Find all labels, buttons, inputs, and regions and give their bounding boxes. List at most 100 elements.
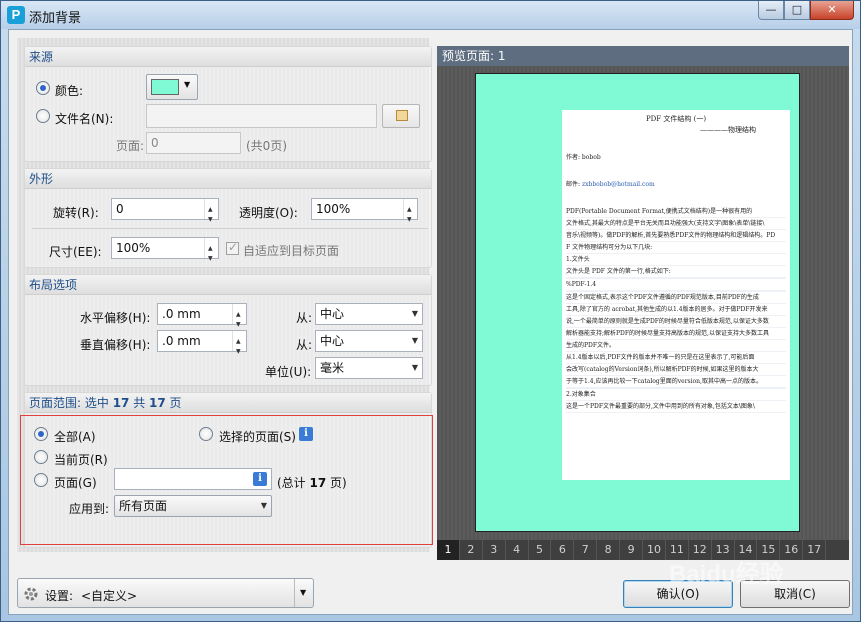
h-from-label: 从: — [296, 311, 313, 325]
size-value: 100% — [116, 241, 151, 255]
doc-line: 这是一个PDF文件最重要的部分,文件中用到的所有对象,包括文本\图象\ — [566, 401, 786, 413]
dialog-window: P 添加背景 — □ ✕ 来源 颜色: ▼ 文件名(N): 页面: 0 (共0页… — [0, 0, 861, 622]
all-pages-radio[interactable] — [34, 427, 48, 441]
page-tab-3[interactable]: 3 — [483, 540, 506, 560]
page-tab-9[interactable]: 9 — [620, 540, 644, 560]
page-tab-8[interactable]: 8 — [597, 540, 621, 560]
document-content: PDF 文件结构 (一) ————物理结构 作者: bobob 邮件: zxbb… — [562, 110, 790, 480]
page-tab-5[interactable]: 5 — [529, 540, 552, 560]
divider — [32, 228, 428, 229]
page-tab-10[interactable]: 10 — [643, 540, 666, 560]
appearance-header: 外形 — [25, 169, 431, 189]
selected-pages-label: 选择的页面(S) — [219, 430, 296, 444]
doc-line: 会改写(catalog的Version词条),所以解析PDF的时候,如果这里的版… — [566, 364, 786, 376]
pages-input[interactable] — [114, 468, 272, 490]
rotate-spinner[interactable]: 0 — [111, 198, 219, 230]
page-tab-16[interactable]: 16 — [780, 540, 804, 560]
doc-line: PDF(Portable Document Format,便携式文档结构)是一种… — [566, 206, 786, 218]
minimize-button[interactable]: — — [758, 1, 784, 20]
filename-input[interactable] — [146, 104, 377, 128]
gear-icon — [24, 587, 38, 601]
filename-radio[interactable] — [36, 109, 50, 123]
apply-to-value: 所有页面 — [119, 499, 168, 513]
app-logo-icon: P — [7, 6, 25, 24]
doc-line: 从1.4版本以后,PDF文件的版本并不唯一的只是在这里表示了,可能后面 — [566, 352, 786, 364]
doc-line: 这是个固定格式,表示这个PDF文件遵循的PDF规范版本,目前PDF的生成 — [566, 292, 786, 304]
pages-label: 页面(G) — [54, 476, 97, 490]
unit-select[interactable]: 毫米 ▼ — [315, 357, 423, 379]
opacity-spinner[interactable]: 100% — [311, 198, 418, 230]
page-number-input[interactable]: 0 — [146, 132, 241, 154]
source-header: 来源 — [25, 47, 431, 67]
title-bar[interactable]: P 添加背景 — □ ✕ — [1, 1, 860, 29]
page-tab-1[interactable]: 1 — [437, 540, 460, 560]
chevron-down-icon: ▼ — [411, 336, 418, 345]
fit-to-page-checkbox[interactable] — [226, 240, 239, 255]
doc-line: 2.对象集合 — [566, 389, 786, 401]
v-offset-label: 垂直偏移(H): — [80, 338, 151, 352]
maximize-button[interactable]: □ — [784, 1, 810, 20]
pages-radio[interactable] — [34, 473, 48, 487]
v-offset-spinner[interactable]: .0 mm — [157, 330, 247, 362]
page-tab-6[interactable]: 6 — [551, 540, 575, 560]
info-icon[interactable]: i — [253, 472, 267, 486]
preview-page: PDF 文件结构 (一) ————物理结构 作者: bobob 邮件: zxbb… — [475, 73, 800, 532]
rotate-label: 旋转(R): — [53, 206, 99, 220]
preview-area: PDF 文件结构 (一) ————物理结构 作者: bobob 邮件: zxbb… — [437, 66, 849, 540]
current-page-radio[interactable] — [34, 450, 48, 464]
info-icon[interactable]: i — [299, 427, 313, 441]
color-swatch — [151, 79, 179, 95]
page-label: 页面: — [116, 139, 145, 153]
page-tab-2[interactable]: 2 — [460, 540, 483, 560]
v-from-label: 从: — [296, 338, 313, 352]
current-page-label: 当前页(R) — [54, 453, 108, 467]
v-offset-value: .0 mm — [162, 334, 201, 348]
doc-line: 于等于1.4,应该再比较一下catalog里面的version,取其中高一点的版… — [566, 376, 786, 388]
page-total-text: (共0页) — [246, 139, 287, 153]
all-pages-label: 全部(A) — [54, 430, 96, 444]
chevron-down-icon: ▼ — [411, 309, 418, 318]
doc-line: 解析器能支持;解析PDF的时候尽量支持高版本的规范,以保证支持大多数工具 — [566, 328, 786, 340]
chevron-down-icon: ▼ — [184, 80, 191, 89]
fit-to-page-label: 自适应到目标页面 — [243, 244, 340, 258]
color-radio[interactable] — [36, 81, 50, 95]
chevron-down-icon: ▼ — [260, 501, 267, 510]
browse-button[interactable] — [382, 104, 420, 128]
rotate-value: 0 — [116, 202, 124, 216]
settings-select[interactable]: 设置: <自定义> ▼ — [17, 578, 314, 608]
size-spinner[interactable]: 100% — [111, 237, 219, 269]
doc-line: F 文件物理结构可分为以下几块: — [566, 242, 786, 254]
h-offset-spinner[interactable]: .0 mm — [157, 303, 247, 335]
doc-subtitle: ————物理结构 — [700, 126, 756, 134]
settings-label: 设置: — [45, 589, 74, 603]
doc-author: 作者: bobob — [566, 154, 601, 161]
watermark-logo: Baidu经验 — [669, 561, 784, 588]
chevron-down-icon: ▼ — [411, 363, 418, 372]
doc-line: 文件头是 PDF 文件的第一行,格式如下: — [566, 266, 786, 278]
filename-label: 文件名(N): — [55, 112, 114, 126]
selected-pages-radio[interactable] — [199, 427, 213, 441]
layout-header: 布局选项 — [25, 275, 431, 295]
color-label: 颜色: — [55, 84, 84, 98]
doc-title: PDF 文件结构 (一) — [645, 115, 707, 123]
page-thumbnail-strip: 1 2 3 4 5 6 7 8 9 10 11 12 13 14 15 16 17 — [437, 540, 849, 560]
close-button[interactable]: ✕ — [810, 1, 854, 20]
page-tab-17[interactable]: 17 — [803, 540, 827, 560]
unit-value: 毫米 — [320, 361, 345, 375]
apply-to-select[interactable]: 所有页面 ▼ — [114, 495, 272, 517]
h-from-select[interactable]: 中心 ▼ — [315, 303, 423, 325]
page-tab-4[interactable]: 4 — [506, 540, 529, 560]
v-from-select[interactable]: 中心 ▼ — [315, 330, 423, 352]
doc-line: 说,一个最简单的原则就是生成PDF的时候尽量符合低版本规范,以保证大多数 — [566, 316, 786, 328]
window-title: 添加背景 — [29, 11, 82, 26]
h-offset-label: 水平偏移(H): — [80, 311, 151, 325]
doc-body: PDF(Portable Document Format,便携式文档结构)是一种… — [566, 206, 786, 413]
page-tab-7[interactable]: 7 — [574, 540, 598, 560]
h-from-value: 中心 — [320, 307, 345, 321]
doc-line: 工具,除了官方的 acrobat,其他生成的以1.4版本的居多。对于做PDF开发… — [566, 304, 786, 316]
size-label: 尺寸(EE): — [49, 245, 102, 259]
preview-header: 预览页面: 1 — [437, 46, 849, 66]
dialog-body: 来源 颜色: ▼ 文件名(N): 页面: 0 (共0页) 外形 旋转(R): 0… — [8, 29, 853, 615]
v-from-value: 中心 — [320, 334, 345, 348]
color-picker-button[interactable]: ▼ — [146, 74, 198, 100]
